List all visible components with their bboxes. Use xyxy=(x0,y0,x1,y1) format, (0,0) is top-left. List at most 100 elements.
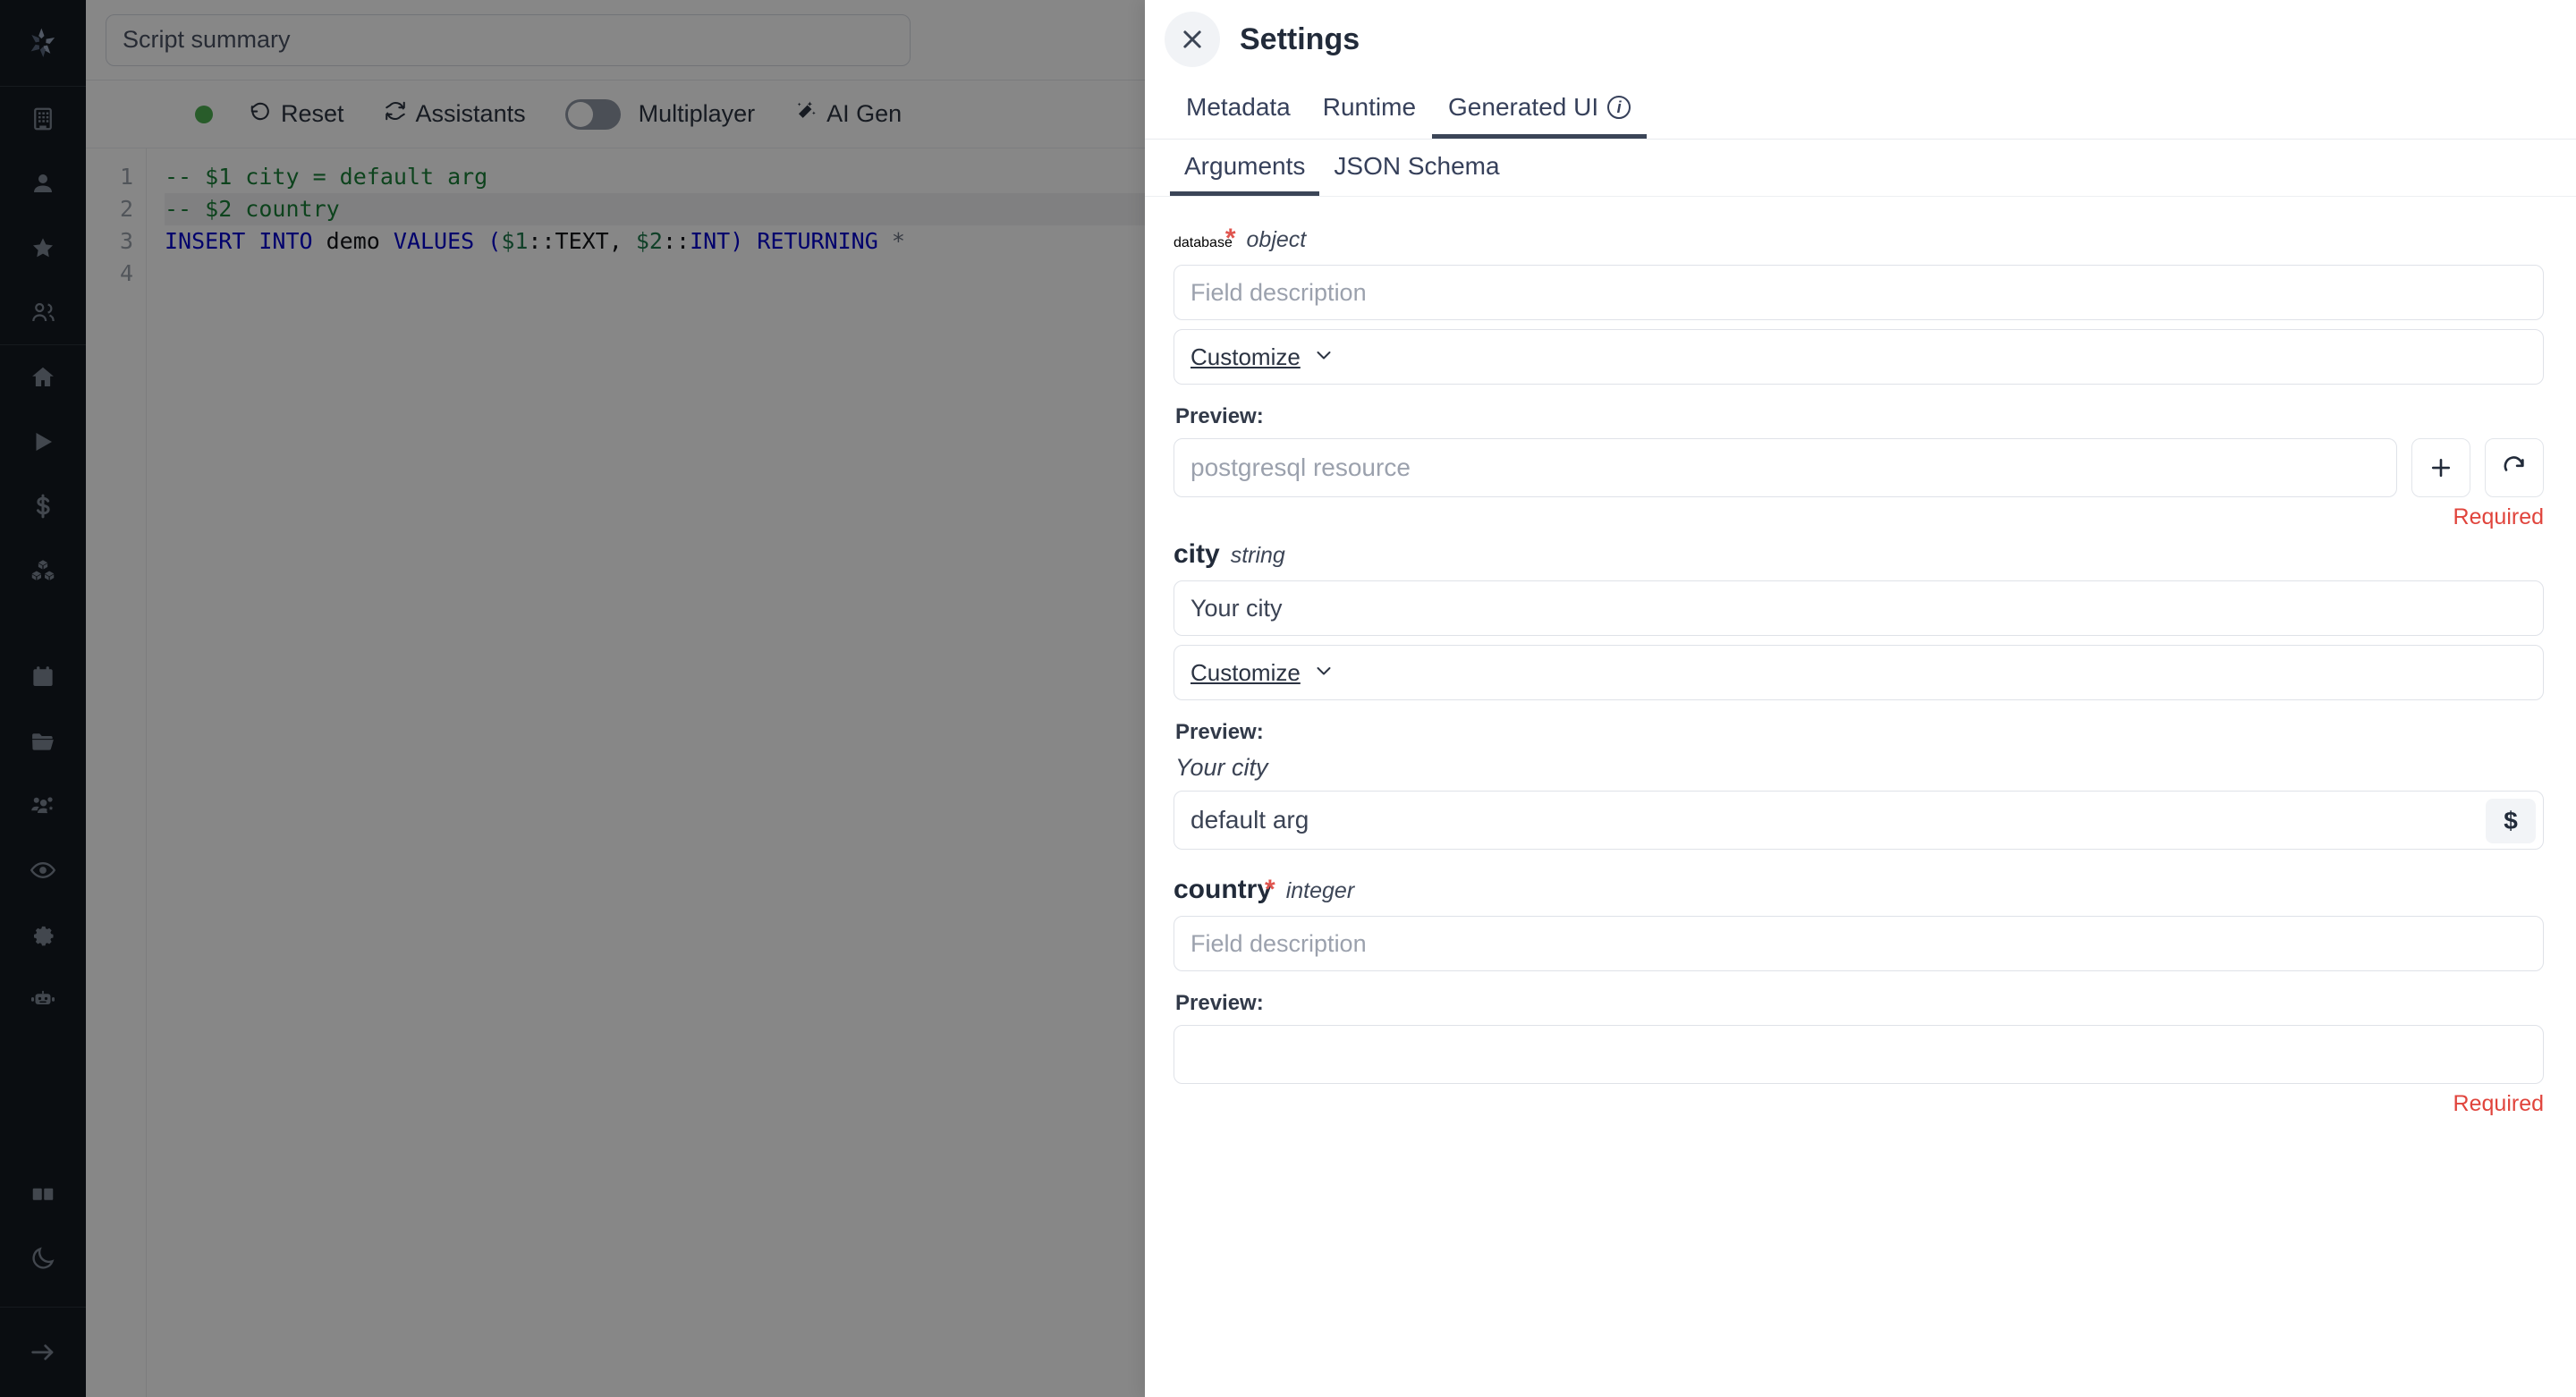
tab-generated-ui-label: Generated UI xyxy=(1448,93,1598,122)
field-country-error: Required xyxy=(1174,1091,2544,1117)
status-indicator-dot xyxy=(195,106,213,123)
code-token: RETURNING xyxy=(757,228,892,254)
subtab-json-schema-label: JSON Schema xyxy=(1334,152,1499,180)
code-token: INT xyxy=(690,228,730,254)
code-token: $1 xyxy=(501,228,528,254)
field-database-description-placeholder: Field description xyxy=(1191,279,1367,307)
field-city-customize-label: Customize xyxy=(1191,659,1301,687)
script-summary-value: Script summary xyxy=(123,26,291,54)
book-icon[interactable] xyxy=(0,1162,86,1226)
home-icon[interactable] xyxy=(0,345,86,410)
field-database-customize[interactable]: Customize xyxy=(1174,329,2544,385)
assistants-button[interactable]: Assistants xyxy=(384,99,526,129)
field-country-name: country* xyxy=(1174,875,1275,905)
field-database-header: database* object xyxy=(1174,224,2544,254)
moon-icon[interactable] xyxy=(0,1226,86,1291)
code-token: demo xyxy=(326,228,394,254)
code-token: -- $2 country xyxy=(165,196,340,222)
refresh-icon xyxy=(384,99,407,129)
settings-header: Settings xyxy=(1145,0,2576,79)
undo-icon xyxy=(249,99,272,129)
field-database: database* object Field description Custo… xyxy=(1174,224,2544,530)
code-token: ( xyxy=(487,228,501,254)
chevron-down-icon xyxy=(1313,344,1335,370)
field-city-preview-row: default arg $ xyxy=(1174,791,2544,850)
field-city-preview-label: Preview: xyxy=(1175,720,2544,745)
field-database-preview-row: postgresql resource xyxy=(1174,438,2544,497)
users-icon[interactable] xyxy=(0,280,86,344)
user-icon[interactable] xyxy=(0,151,86,216)
field-country: country* integer Field description Previ… xyxy=(1174,875,2544,1117)
field-city-preview-input[interactable]: default arg $ xyxy=(1174,791,2544,850)
dollar-icon[interactable] xyxy=(0,474,86,538)
assistants-label: Assistants xyxy=(416,100,526,128)
field-database-error: Required xyxy=(1174,504,2544,530)
field-database-name: database* xyxy=(1174,224,1236,254)
field-database-customize-label: Customize xyxy=(1191,343,1301,371)
refresh-resources-button[interactable] xyxy=(2485,438,2544,497)
field-city-customize[interactable]: Customize xyxy=(1174,645,2544,700)
close-icon[interactable] xyxy=(1165,12,1220,67)
calendar-icon[interactable] xyxy=(0,645,86,709)
field-city-preview-sublabel: Your city xyxy=(1175,754,2544,782)
field-city-description-value: Your city xyxy=(1191,595,1283,622)
code-token: VALUES xyxy=(394,228,487,254)
multiplayer-toggle[interactable] xyxy=(565,99,621,130)
rail-group-workspace xyxy=(0,87,86,344)
arrow-right-icon[interactable] xyxy=(0,1308,86,1397)
team-settings-icon[interactable] xyxy=(0,774,86,838)
folder-icon[interactable] xyxy=(0,709,86,774)
info-icon[interactable]: i xyxy=(1607,96,1631,119)
field-country-description-input[interactable]: Field description xyxy=(1174,916,2544,971)
add-resource-button[interactable] xyxy=(2411,438,2470,497)
script-summary-input[interactable]: Script summary xyxy=(106,14,911,66)
field-city-description-input[interactable]: Your city xyxy=(1174,580,2544,636)
code-token: :: xyxy=(663,228,690,254)
field-city: city string Your city Customize Preview:… xyxy=(1174,539,2544,850)
star-icon[interactable] xyxy=(0,216,86,280)
gear-icon[interactable] xyxy=(0,902,86,967)
robot-icon[interactable] xyxy=(0,967,86,1031)
multiplayer-label: Multiplayer xyxy=(639,100,756,128)
tab-metadata[interactable]: Metadata xyxy=(1170,93,1307,139)
reset-button[interactable]: Reset xyxy=(249,99,344,129)
magic-wand-icon xyxy=(794,99,818,129)
code-token: * xyxy=(892,228,905,254)
field-city-header: city string xyxy=(1174,539,2544,570)
building-icon[interactable] xyxy=(0,87,86,151)
tab-runtime-label: Runtime xyxy=(1323,93,1416,122)
tab-runtime[interactable]: Runtime xyxy=(1307,93,1432,139)
code-token: ::TEXT, xyxy=(528,228,635,254)
dollar-expression-button[interactable]: $ xyxy=(2486,799,2536,843)
generated-ui-subtabs: Arguments JSON Schema xyxy=(1145,140,2576,197)
line-number: 1 xyxy=(86,161,146,193)
settings-tabs: Metadata Runtime Generated UI i xyxy=(1145,79,2576,140)
boxes-icon[interactable] xyxy=(0,538,86,603)
ai-gen-button[interactable]: AI Gen xyxy=(794,99,902,129)
field-database-description-input[interactable]: Field description xyxy=(1174,265,2544,320)
field-city-type: string xyxy=(1231,543,1285,569)
field-country-preview-input[interactable] xyxy=(1174,1025,2544,1084)
code-token: $2 xyxy=(636,228,663,254)
field-country-header: country* integer xyxy=(1174,875,2544,905)
field-city-preview-value: default arg xyxy=(1191,806,1309,834)
tab-generated-ui[interactable]: Generated UI i xyxy=(1432,93,1647,139)
line-number: 3 xyxy=(86,225,146,258)
field-database-preview-input[interactable]: postgresql resource xyxy=(1174,438,2397,497)
line-number: 2 xyxy=(86,193,146,225)
windmill-logo-icon[interactable] xyxy=(0,0,86,86)
eye-icon[interactable] xyxy=(0,838,86,902)
field-country-type: integer xyxy=(1286,878,1354,904)
subtab-json-schema[interactable]: JSON Schema xyxy=(1319,152,1513,196)
field-country-description-placeholder: Field description xyxy=(1191,930,1367,958)
ai-gen-label: AI Gen xyxy=(826,100,902,128)
line-number-gutter: 1 2 3 4 xyxy=(86,148,147,1397)
field-database-type: object xyxy=(1247,227,1307,253)
field-country-preview-row xyxy=(1174,1025,2544,1084)
field-city-name: city xyxy=(1174,539,1220,570)
play-icon[interactable] xyxy=(0,410,86,474)
reset-label: Reset xyxy=(281,100,344,128)
subtab-arguments[interactable]: Arguments xyxy=(1170,152,1319,196)
field-database-preview-label: Preview: xyxy=(1175,404,2544,429)
left-sidebar xyxy=(0,0,86,1397)
